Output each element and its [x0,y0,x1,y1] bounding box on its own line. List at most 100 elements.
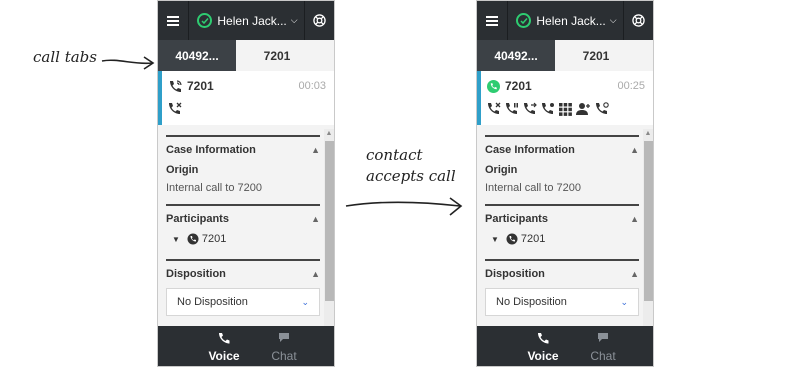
chevron-up-icon: ▲ [311,145,320,155]
call-options-button[interactable] [595,102,609,116]
menu-button[interactable] [158,1,190,40]
hold-call-button[interactable] [505,102,519,116]
scrollbar-thumb[interactable] [644,141,653,301]
call-tabs: 40492... 7201 [477,40,653,71]
chevron-down-icon: ⌄ [620,296,628,307]
tab-call-2[interactable]: 7201 [555,40,637,71]
participant-number: 7201 [201,233,227,245]
call-header: 7201 00:03 [158,71,334,125]
scrollbar-thumb[interactable] [325,141,334,301]
scrollbar[interactable]: ▲ [324,129,334,327]
agent-panel-after: Helen Jack... ⌵ 40492... 7201 7201 00:25 [476,0,654,367]
tab-call-1[interactable]: 40492... [477,40,555,71]
participants-header[interactable]: Participants ▲ [485,213,639,225]
chat-bubble-icon [598,333,608,342]
disposition-value: No Disposition [496,296,567,308]
top-bar: Helen Jack... ⌵ [477,1,653,40]
disposition-select[interactable]: No Disposition ⌄ [485,288,639,316]
phone-options-icon [596,102,609,114]
add-participant-button[interactable] [576,102,591,116]
lifebuoy-icon [313,14,326,27]
chevron-down-icon: ⌵ [609,15,617,25]
phone-cancel-icon [488,102,501,114]
channel-bar: Voice Chat [477,326,653,366]
phone-ringing-icon [170,79,182,92]
participants-section: Participants ▲ ▼ 7201 [166,204,320,245]
menu-button[interactable] [477,1,509,40]
annotation-line-1: contact [366,146,423,164]
transfer-call-button[interactable] [523,102,537,116]
chat-label: Chat [590,348,616,363]
expand-caret-icon: ▼ [172,234,180,244]
case-information-header[interactable]: Case Information ▲ [166,144,320,156]
person-add-icon [576,103,590,115]
chevron-up-icon: ▲ [311,214,320,224]
chat-bubble-icon [279,333,289,342]
support-button[interactable] [305,1,334,40]
chat-label: Chat [271,348,297,363]
check-icon [516,13,532,28]
call-number: 7201 [505,79,532,93]
phone-connected-icon [487,79,500,93]
keypad-icon [559,102,572,116]
end-call-button[interactable] [168,102,182,116]
chevron-down-icon: ⌄ [301,296,309,307]
chat-tab[interactable]: Chat [254,330,314,363]
call-timer: 00:25 [617,80,645,92]
disposition-select[interactable]: No Disposition ⌄ [166,288,320,316]
annotation-call-tabs: call tabs [33,48,97,66]
scroll-up-icon[interactable]: ▲ [643,129,653,139]
chevron-up-icon: ▲ [630,214,639,224]
participant-row[interactable]: ▼ 7201 [485,233,639,245]
consult-call-button[interactable] [541,102,555,116]
voice-tab[interactable]: Voice [513,330,573,363]
hamburger-icon [167,15,180,26]
call-actions [487,101,645,117]
voice-label: Voice [527,348,559,363]
expand-caret-icon: ▼ [491,234,499,244]
origin-label: Origin [166,164,199,176]
case-information-title: Case Information [166,144,256,156]
channel-bar: Voice Chat [158,326,334,366]
phone-icon [219,332,230,343]
end-call-button[interactable] [487,102,501,116]
phone-transfer-icon [524,102,537,114]
voice-label: Voice [208,348,240,363]
disposition-header[interactable]: Disposition ▲ [166,268,320,280]
user-status-dropdown[interactable]: Helen Jack... ⌵ [189,1,305,40]
origin-label: Origin [485,164,518,176]
participants-header[interactable]: Participants ▲ [166,213,320,225]
chevron-up-icon: ▲ [630,145,639,155]
scrollbar[interactable]: ▲ [643,129,653,327]
scroll-up-icon[interactable]: ▲ [324,129,334,139]
keypad-button[interactable] [559,102,572,116]
call-actions [168,101,326,117]
voice-tab[interactable]: Voice [194,330,254,363]
call-header: 7201 00:25 [477,71,653,125]
user-status-dropdown[interactable]: Helen Jack... ⌵ [508,1,624,40]
phone-circle-icon [506,233,518,245]
participants-title: Participants [166,213,229,225]
interaction-details: Case Information ▲ Origin Internal call … [158,125,326,330]
disposition-value: No Disposition [177,296,248,308]
disposition-section: Disposition ▲ No Disposition ⌄ [485,259,639,316]
tab-call-1[interactable]: 40492... [158,40,236,71]
participant-number: 7201 [520,233,546,245]
screenshot-stage: call tabs contact accepts call Helen Jac… [0,0,800,367]
tabs-filler [318,40,334,71]
disposition-title: Disposition [485,268,545,280]
top-bar: Helen Jack... ⌵ [158,1,334,40]
participants-title: Participants [485,213,548,225]
participant-row[interactable]: ▼ 7201 [166,233,320,245]
participants-section: Participants ▲ ▼ 7201 [485,204,639,245]
disposition-header[interactable]: Disposition ▲ [485,268,639,280]
case-information-header[interactable]: Case Information ▲ [485,144,639,156]
call-timer: 00:03 [298,80,326,92]
phone-hold-icon [506,103,518,114]
case-information-section: Case Information ▲ Origin Internal call … [166,135,320,194]
annotation-arrow-accept [345,197,463,216]
tab-call-2[interactable]: 7201 [236,40,318,71]
support-button[interactable] [624,1,653,40]
chat-tab[interactable]: Chat [573,330,633,363]
agent-panel-before: Helen Jack... ⌵ 40492... 7201 7201 00:03 [157,0,335,367]
